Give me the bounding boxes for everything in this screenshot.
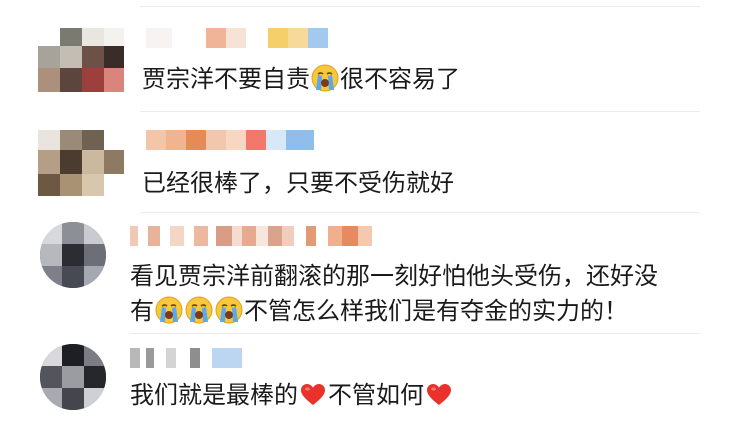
comment-text-part: 不管如何 xyxy=(328,381,424,409)
top-divider xyxy=(140,6,700,7)
avatar[interactable] xyxy=(38,28,124,92)
username-mosaic[interactable] xyxy=(146,28,342,48)
comment-text-part: 我们就是最棒的 xyxy=(130,381,298,409)
comment-text: 已经很棒了，只要不受伤就好 xyxy=(142,164,454,202)
loudly-crying-face-icon xyxy=(155,296,183,324)
avatar[interactable] xyxy=(40,222,106,288)
comment-text-part: 贾宗洋不要自责 xyxy=(142,65,310,93)
comment-text: 看见贾宗洋前翻滚的那一刻好怕他头受伤，还好没 xyxy=(130,257,658,295)
comment-text-line: 看见贾宗洋前翻滚的那一刻好怕他头受伤，还好没 xyxy=(130,262,658,290)
comment-text-part: 有 xyxy=(130,297,154,325)
username-mosaic[interactable] xyxy=(146,130,314,150)
comment-feed: 贾宗洋不要自责 很不容易了 已经很棒了，只要不受伤就好 看见贾宗洋前翻滚的那一刻… xyxy=(0,0,749,429)
loudly-crying-face-icon xyxy=(311,64,339,92)
loudly-crying-face-icon xyxy=(215,296,243,324)
avatar[interactable] xyxy=(40,344,106,410)
comment-text-part: 很不容易了 xyxy=(340,65,460,93)
comment-text-part: 已经很棒了，只要不受伤就好 xyxy=(142,169,454,197)
username-mosaic[interactable] xyxy=(130,226,382,246)
comment-divider xyxy=(140,212,700,213)
avatar[interactable] xyxy=(38,130,124,196)
comment-text: 我们就是最棒的 不管如何 xyxy=(130,376,454,414)
red-heart-icon xyxy=(300,380,326,405)
comment-text: 贾宗洋不要自责 很不容易了 xyxy=(142,60,460,98)
red-heart-icon xyxy=(426,380,452,405)
username-mosaic[interactable] xyxy=(130,348,242,368)
comment-divider xyxy=(130,333,700,334)
loudly-crying-face-icon xyxy=(185,296,213,324)
comment-divider xyxy=(140,111,700,112)
comment-text: 有 不管怎么样我们是有夺金的实力的！ xyxy=(130,292,628,330)
comment-text-part: 不管怎么样我们是有夺金的实力的！ xyxy=(244,297,628,325)
